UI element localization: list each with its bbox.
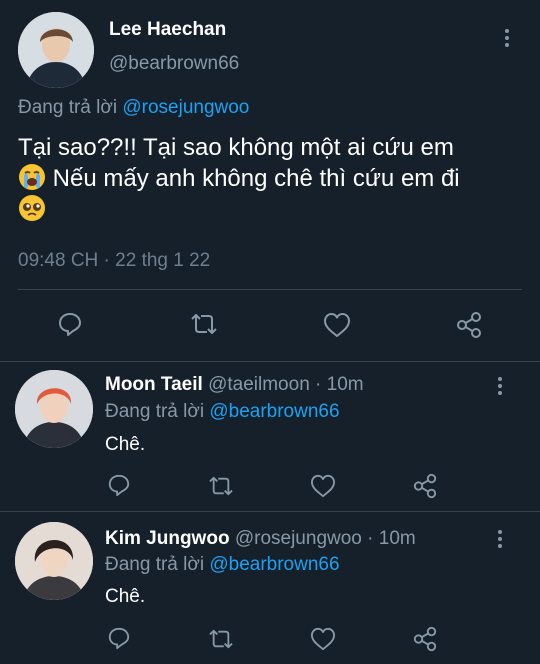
replying-prefix: Đang trả lời (105, 401, 210, 422)
divider (0, 511, 540, 512)
user-handle[interactable]: @bearbrown66 (109, 53, 239, 75)
tweet-thread: Lee Haechan @bearbrown66 Đang trả lời @r… (0, 0, 540, 664)
tweet-text-line2: Nếu mấy anh không chê thì cứu em đi (46, 165, 460, 192)
tweet-text: Tại sao??!! Tại sao không một ai cứu em … (18, 132, 528, 225)
share-icon[interactable] (455, 311, 483, 339)
user-handle-time[interactable]: @taeilmoon · 10m (203, 374, 364, 395)
divider (0, 361, 540, 362)
share-icon[interactable] (412, 473, 438, 499)
reply-header: Kim Jungwoo @rosejungwoo · 10m (105, 528, 416, 550)
mention-link[interactable]: @bearbrown66 (209, 401, 339, 422)
tweet-timestamp[interactable]: 09:48 CH · 22 thg 1 22 (18, 250, 210, 272)
divider (18, 289, 522, 290)
replying-prefix: Đang trả lời (18, 97, 123, 118)
tweet-text: Chê. (105, 434, 146, 455)
like-icon[interactable] (323, 312, 351, 338)
reply-header: Moon Taeil @taeilmoon · 10m (105, 374, 364, 396)
display-name[interactable]: Lee Haechan (109, 19, 226, 41)
like-icon[interactable] (310, 627, 336, 651)
pleading-face-icon (18, 194, 46, 222)
avatar[interactable] (15, 370, 93, 448)
replying-to: Đang trả lời @bearbrown66 (105, 554, 340, 576)
replying-prefix: Đang trả lời (105, 554, 210, 575)
display-name[interactable]: Kim Jungwoo (105, 528, 230, 549)
avatar[interactable] (15, 522, 93, 600)
main-tweet[interactable]: Lee Haechan @bearbrown66 Đang trả lời @r… (0, 0, 540, 362)
reply-icon[interactable] (107, 473, 131, 497)
retweet-icon[interactable] (206, 628, 236, 650)
mention-link[interactable]: @rosejungwoo (122, 97, 249, 118)
retweet-icon[interactable] (206, 475, 236, 497)
mention-link[interactable]: @bearbrown66 (209, 554, 339, 575)
more-options-icon[interactable] (500, 26, 514, 50)
display-name[interactable]: Moon Taeil (105, 374, 203, 395)
user-handle-time[interactable]: @rosejungwoo · 10m (230, 528, 416, 549)
reply-icon[interactable] (107, 626, 131, 650)
retweet-icon[interactable] (188, 312, 220, 336)
like-icon[interactable] (310, 474, 336, 498)
reply-icon[interactable] (57, 311, 83, 337)
replying-to: Đang trả lời @rosejungwoo (18, 97, 249, 119)
tweet-text-line1: Tại sao??!! Tại sao không một ai cứu em (18, 134, 454, 161)
loudly-crying-face-icon (18, 163, 46, 191)
share-icon[interactable] (412, 626, 438, 652)
avatar[interactable] (18, 12, 94, 88)
more-options-icon[interactable] (493, 527, 507, 551)
more-options-icon[interactable] (493, 374, 507, 398)
replying-to: Đang trả lời @bearbrown66 (105, 401, 340, 423)
tweet-text: Chê. (105, 586, 146, 607)
